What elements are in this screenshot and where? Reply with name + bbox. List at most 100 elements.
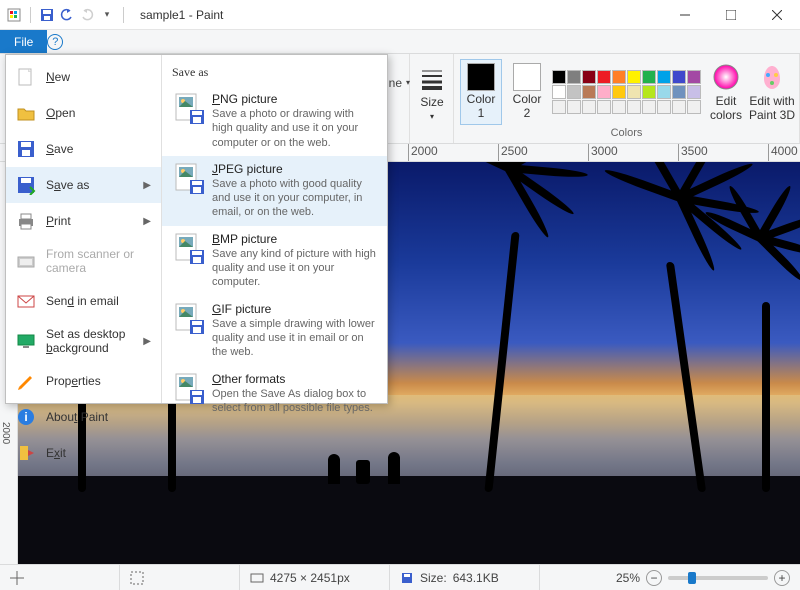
palette-swatch[interactable] <box>552 85 566 99</box>
file-menu-item-new[interactable]: New <box>6 59 161 95</box>
zoom-out-button[interactable]: − <box>646 570 662 586</box>
file-menu-item-scanner: From scanner or camera <box>6 239 161 283</box>
palette-swatch[interactable] <box>672 85 686 99</box>
saveas-format-gif[interactable]: GIF pictureSave a simple drawing with lo… <box>162 296 387 366</box>
gif-format-icon <box>172 302 204 334</box>
palette-swatch[interactable] <box>552 70 566 84</box>
qat-dropdown-icon[interactable]: ▾ <box>99 7 115 23</box>
undo-icon[interactable] <box>59 7 75 23</box>
palette-swatch[interactable] <box>642 70 656 84</box>
palette-swatch[interactable] <box>567 85 581 99</box>
palette-swatch[interactable] <box>657 85 671 99</box>
maximize-button[interactable] <box>708 0 754 30</box>
window-controls <box>662 0 800 30</box>
palette-swatch[interactable] <box>597 85 611 99</box>
file-menu-item-label: Open <box>46 106 75 120</box>
file-menu-item-exit[interactable]: Exit <box>6 435 161 471</box>
bmp-format-icon <box>172 232 204 264</box>
palette-swatch[interactable] <box>612 100 626 114</box>
palette-swatch[interactable] <box>657 70 671 84</box>
status-selection <box>120 565 240 590</box>
close-button[interactable] <box>754 0 800 30</box>
redo-icon[interactable] <box>79 7 95 23</box>
file-menu-item-label: Send in email <box>46 294 119 308</box>
zoom-value: 25% <box>616 571 640 585</box>
palette-swatch[interactable] <box>687 100 701 114</box>
palette-swatch[interactable] <box>582 100 596 114</box>
about-icon: i <box>16 407 36 427</box>
palette-swatch[interactable] <box>672 100 686 114</box>
colors-group-label: Colors <box>460 127 793 141</box>
submenu-arrow-icon: ▶ <box>143 336 151 347</box>
palette-swatch[interactable] <box>687 85 701 99</box>
file-menu-item-label: Set as desktop background <box>46 327 133 355</box>
palette-swatch[interactable] <box>597 70 611 84</box>
saveas-format-jpeg[interactable]: JPEG pictureSave a photo with good quali… <box>162 156 387 226</box>
dimensions-icon <box>250 571 264 585</box>
palette-swatch[interactable] <box>612 85 626 99</box>
minimize-button[interactable] <box>662 0 708 30</box>
saveas-format-png[interactable]: PNG pictureSave a photo or drawing with … <box>162 86 387 156</box>
edit-paint3d-button[interactable]: Edit with Paint 3D <box>751 59 793 125</box>
selection-icon <box>130 571 144 585</box>
palette-swatch[interactable] <box>582 85 596 99</box>
palette-swatch[interactable] <box>642 85 656 99</box>
color2-button[interactable]: Color 2 <box>506 59 548 125</box>
status-zoom: 25% − + <box>606 570 800 586</box>
palette-swatch[interactable] <box>642 100 656 114</box>
print-icon <box>16 211 36 231</box>
zoom-in-button[interactable]: + <box>774 570 790 586</box>
palette-swatch[interactable] <box>597 100 611 114</box>
file-menu-item-properties[interactable]: Properties <box>6 363 161 399</box>
palette-swatch[interactable] <box>627 100 641 114</box>
format-desc: Save a photo or drawing with high qualit… <box>212 107 377 150</box>
edit-colors-icon <box>710 61 742 93</box>
file-menu-item-save[interactable]: Save <box>6 131 161 167</box>
palette-swatch[interactable] <box>627 70 641 84</box>
format-title: BMP picture <box>212 232 377 246</box>
palette-swatch[interactable] <box>627 85 641 99</box>
help-icon[interactable]: ? <box>47 34 63 50</box>
save-icon[interactable] <box>39 7 55 23</box>
saveas-format-bmp[interactable]: BMP pictureSave any kind of picture with… <box>162 226 387 296</box>
palette-swatch[interactable] <box>552 100 566 114</box>
format-desc: Save a simple drawing with lower quality… <box>212 317 377 360</box>
format-title: JPEG picture <box>212 162 377 176</box>
desktop-icon <box>16 331 36 351</box>
zoom-slider[interactable] <box>668 576 768 580</box>
file-menu-item-desktop[interactable]: Set as desktop background ▶ <box>6 319 161 363</box>
palette-swatch[interactable] <box>567 100 581 114</box>
palette-swatch[interactable] <box>687 70 701 84</box>
file-menu-item-label: Print <box>46 214 71 228</box>
saveas-header: Save as <box>162 61 387 86</box>
color1-button[interactable]: Color 1 <box>460 59 502 125</box>
palette-swatch[interactable] <box>582 70 596 84</box>
file-menu-item-label: Save as <box>46 178 89 192</box>
file-menu-item-label: From scanner or camera <box>46 247 151 275</box>
file-menu-item-email[interactable]: Send in email <box>6 283 161 319</box>
submenu-arrow-icon: ▶ <box>143 216 151 227</box>
submenu-arrow-icon: ▶ <box>143 180 151 191</box>
color-palette[interactable] <box>552 70 701 114</box>
palette-swatch[interactable] <box>567 70 581 84</box>
file-menu-item-saveas[interactable]: Save as ▶ <box>6 167 161 203</box>
size-button[interactable]: Size ▾ <box>416 59 448 125</box>
window-title: sample1 - Paint <box>140 8 223 22</box>
file-menu-item-label: New <box>46 70 70 84</box>
format-desc: Open the Save As dialog box to select fr… <box>212 387 377 416</box>
file-menu-item-label: About Paint <box>46 410 108 424</box>
scanner-icon <box>16 251 36 271</box>
file-tab[interactable]: File <box>0 30 47 53</box>
palette-swatch[interactable] <box>657 100 671 114</box>
palette-swatch[interactable] <box>672 70 686 84</box>
file-menu-item-label: Save <box>46 142 73 156</box>
format-title: Other formats <box>212 372 377 386</box>
edit-colors-button[interactable]: Edit colors <box>705 59 747 125</box>
file-menu-item-about[interactable]: i About Paint <box>6 399 161 435</box>
paint-app-icon <box>6 7 22 23</box>
open-icon <box>16 103 36 123</box>
file-menu-item-open[interactable]: Open <box>6 95 161 131</box>
file-menu-item-print[interactable]: Print ▶ <box>6 203 161 239</box>
palette-swatch[interactable] <box>612 70 626 84</box>
saveas-format-other[interactable]: Other formatsOpen the Save As dialog box… <box>162 366 387 422</box>
